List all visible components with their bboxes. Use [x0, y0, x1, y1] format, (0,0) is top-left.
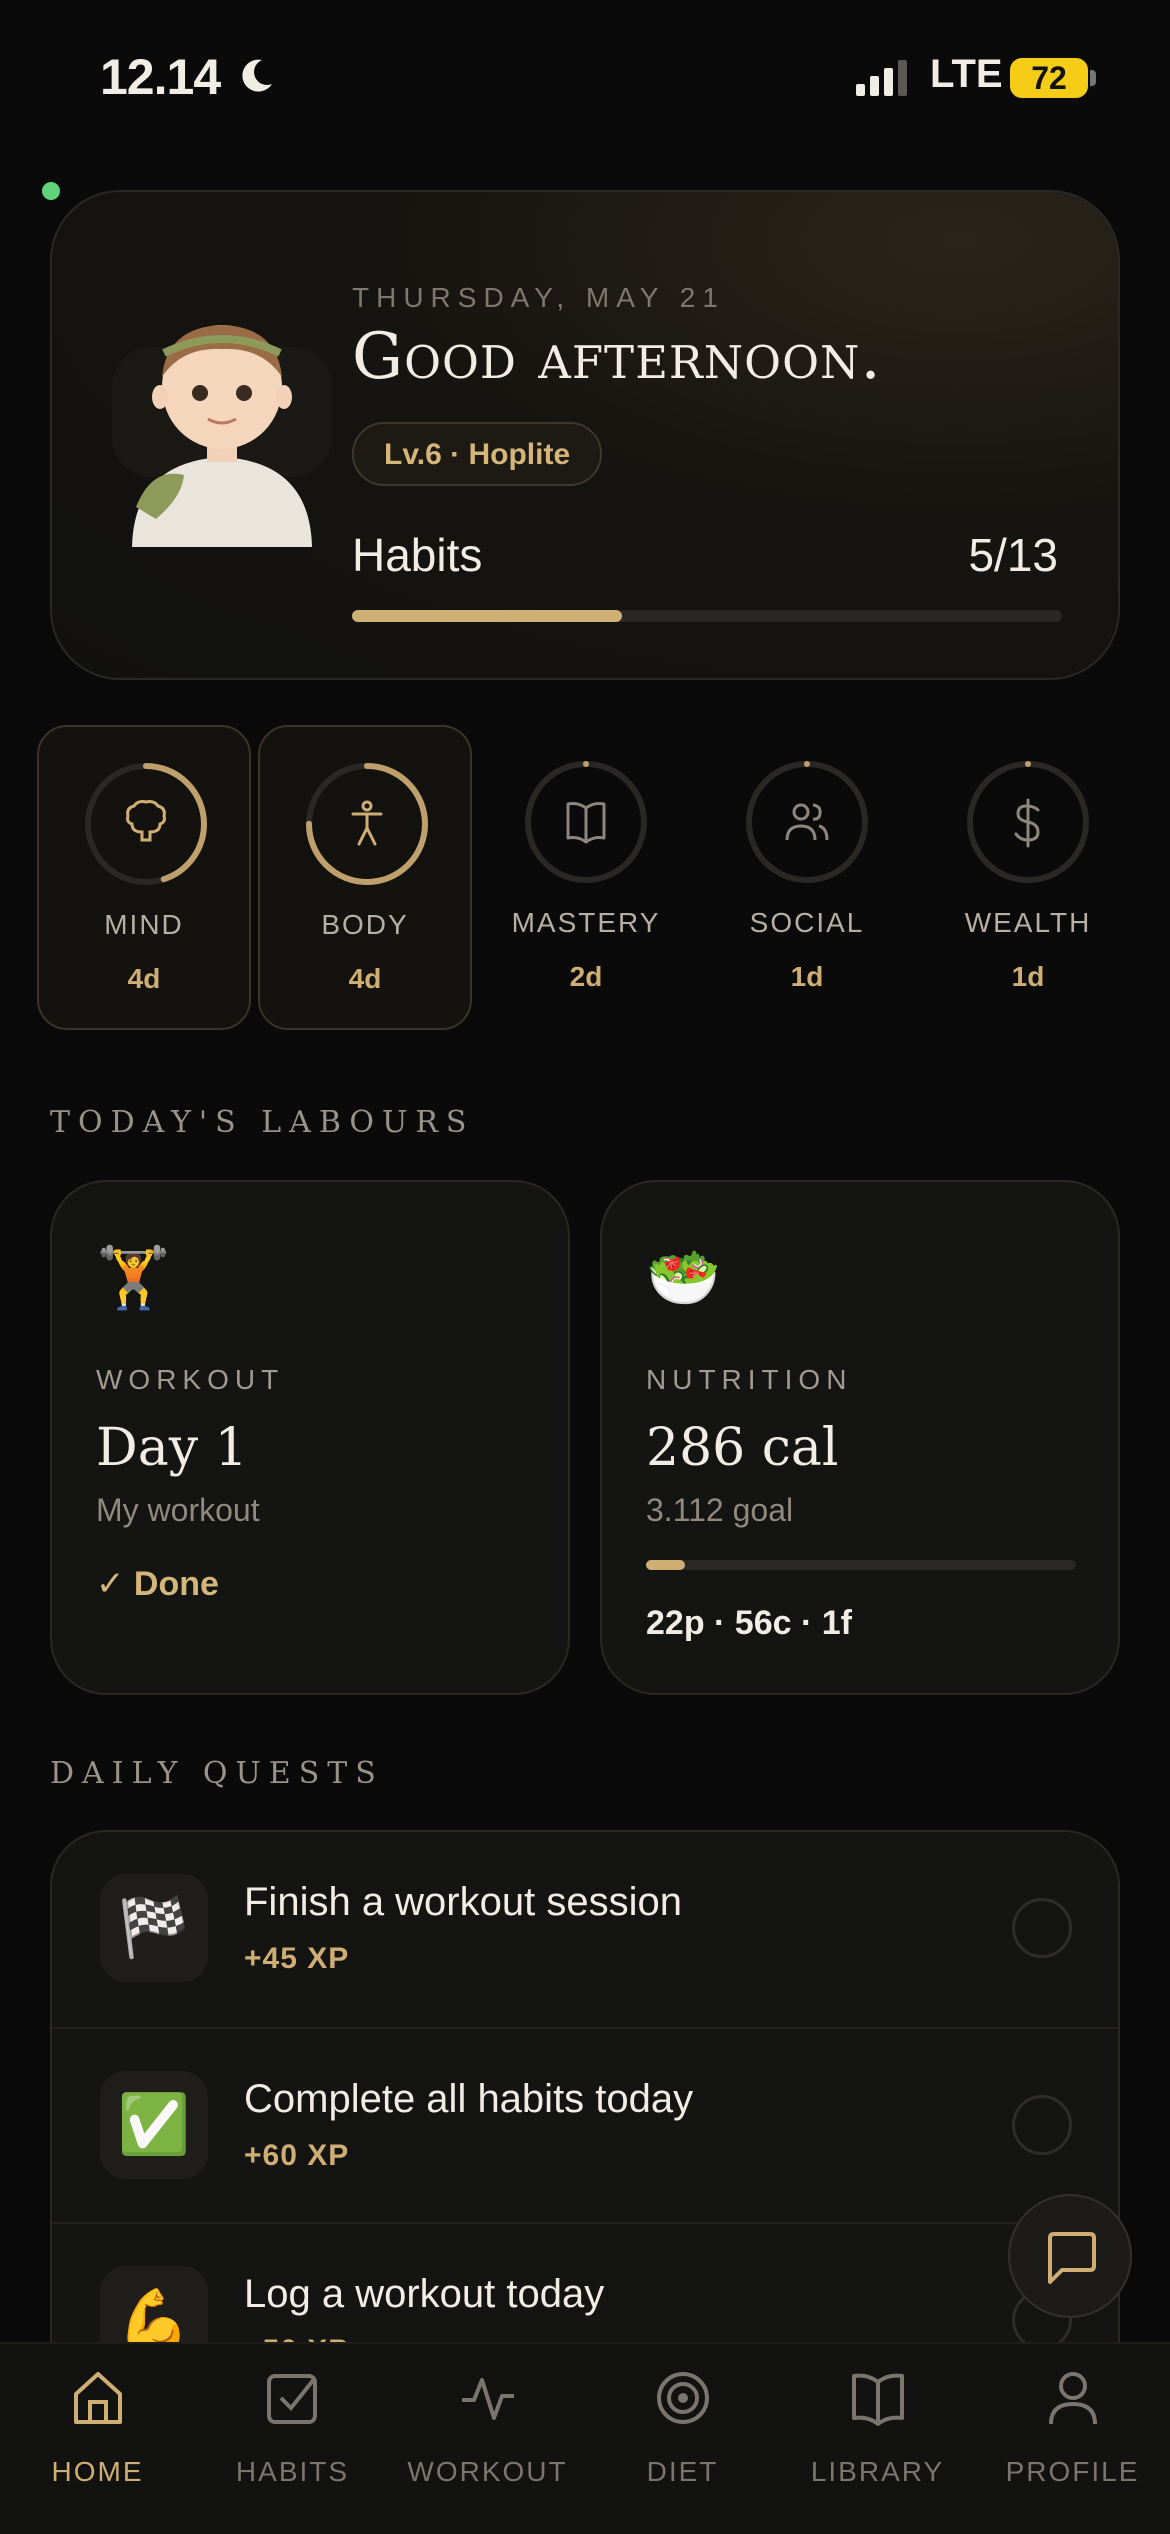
tab-home[interactable]: HOME: [0, 2344, 195, 2534]
camera-indicator-dot: [42, 182, 60, 200]
quest-checkbox[interactable]: [1012, 1898, 1072, 1958]
quest-xp: +60 XP: [244, 2139, 350, 2172]
tab-workout[interactable]: WORKOUT: [390, 2344, 585, 2534]
signal-icon: [856, 60, 907, 96]
stat-mind[interactable]: MIND 4d: [37, 725, 251, 1030]
workout-subtitle: My workout: [96, 1492, 260, 1528]
chat-bubble-icon: [1048, 2232, 1096, 2284]
stat-streak: 4d: [348, 963, 382, 994]
tab-label: WORKOUT: [407, 2456, 568, 2487]
tab-label: HOME: [51, 2456, 144, 2487]
chat-button[interactable]: [1008, 2194, 1132, 2318]
stat-label: MIND: [104, 909, 184, 940]
tab-label: DIET: [646, 2456, 719, 2487]
home-icon: [74, 2372, 122, 2424]
calorie-progress-bar: [646, 1560, 1076, 1570]
stat-streak: 1d: [1011, 961, 1045, 992]
people-icon: [785, 803, 829, 841]
quest-item[interactable]: 🏁 Finish a workout session +45 XP: [52, 1832, 1118, 2027]
book-icon: [566, 802, 606, 844]
habits-count: 5/13: [968, 529, 1058, 581]
habits-progress-fill: [352, 610, 622, 622]
tab-library[interactable]: LIBRARY: [780, 2344, 975, 2534]
diet-icon: [657, 2372, 709, 2424]
workout-title: Day 1: [96, 1418, 248, 1478]
greeting-title: Good afternoon.: [352, 320, 882, 394]
stat-progress-ring: [306, 763, 428, 885]
profile-icon: [1049, 2372, 1097, 2425]
status-bar: 12.14 LTE 72: [0, 0, 1170, 150]
flexed-biceps-icon: 💪: [100, 2266, 208, 2350]
stat-label: MASTERY: [511, 907, 661, 938]
status-time: 12.14: [100, 49, 221, 105]
workout-status: ✓ Done: [96, 1565, 219, 1603]
workout-icon: [462, 2378, 514, 2420]
moon-icon: [242, 59, 272, 92]
network-type: LTE: [930, 52, 1003, 96]
stat-label: BODY: [321, 909, 409, 940]
quest-list: 🏁 Finish a workout session +45 XP ✅ Comp…: [50, 1830, 1120, 2350]
stat-wealth[interactable]: WEALTH 1d: [921, 725, 1135, 1030]
library-icon: [852, 2373, 904, 2426]
quest-item[interactable]: 💪 Log a workout today +50 XP: [52, 2222, 1118, 2350]
tab-label: PROFILE: [1005, 2456, 1140, 2487]
calories-value: 286 cal: [646, 1418, 839, 1478]
workout-kicker: WORKOUT: [96, 1364, 285, 1395]
battery-cap: [1090, 70, 1096, 86]
stat-streak: 1d: [790, 961, 824, 992]
tab-habits[interactable]: HABITS: [195, 2344, 390, 2534]
stat-progress-ring: [746, 761, 868, 883]
quest-checkbox[interactable]: [1012, 2095, 1072, 2155]
daily-quests-title: DAILY QUESTS: [50, 1756, 384, 1791]
stat-body[interactable]: BODY 4d: [258, 725, 472, 1030]
nutrition-card[interactable]: 🥗 NUTRITION 286 cal 3.112 goal 22p · 56c…: [600, 1180, 1120, 1695]
stat-progress-ring: [967, 761, 1089, 883]
calorie-goal: 3.112 goal: [646, 1492, 794, 1528]
calorie-progress-fill: [646, 1560, 685, 1570]
tab-diet[interactable]: DIET: [585, 2344, 780, 2534]
bottom-tab-bar: HOME HABITS WORKOUT DIET LIBRARY PROFILE: [0, 2342, 1170, 2534]
weightlifter-icon: 🏋️: [96, 1244, 171, 1311]
current-date: THURSDAY, MAY 21: [352, 282, 725, 313]
workout-card[interactable]: 🏋️ WORKOUT Day 1 My workout ✓ Done: [50, 1180, 570, 1695]
habits-progress-bar: [352, 610, 1062, 622]
level-badge: Lv.6 · Hoplite: [352, 422, 603, 486]
battery-indicator: 72: [1010, 58, 1088, 98]
stat-social[interactable]: SOCIAL 1d: [700, 725, 914, 1030]
avatar[interactable]: [112, 307, 332, 557]
stat-mastery[interactable]: MASTERY 2d: [479, 725, 693, 1030]
stat-label: SOCIAL: [749, 907, 865, 938]
tab-profile[interactable]: PROFILE: [975, 2344, 1170, 2534]
quest-xp: +45 XP: [244, 1942, 350, 1975]
macros-summary: 22p · 56c · 1f: [646, 1604, 852, 1642]
stat-streak: 4d: [127, 963, 161, 994]
check-mark-icon: ✅: [100, 2071, 208, 2179]
habits-label: Habits: [352, 529, 483, 581]
todays-labours-title: TODAY'S LABOURS: [50, 1105, 475, 1140]
tab-label: LIBRARY: [810, 2456, 945, 2487]
tab-label: HABITS: [235, 2456, 350, 2487]
quest-title: Complete all habits today: [244, 2077, 694, 2121]
body-icon: [351, 800, 383, 846]
nutrition-kicker: NUTRITION: [646, 1364, 853, 1395]
stat-progress-ring: [525, 761, 647, 883]
salad-icon: 🥗: [646, 1244, 721, 1311]
brain-icon: [126, 800, 166, 842]
stat-label: WEALTH: [964, 907, 1092, 938]
quest-title: Finish a workout session: [244, 1880, 682, 1924]
quest-item[interactable]: ✅ Complete all habits today +60 XP: [52, 2027, 1118, 2222]
checkered-flag-icon: 🏁: [100, 1874, 208, 1982]
greeting-card: THURSDAY, MAY 21 Good afternoon. Lv.6 · …: [50, 190, 1120, 680]
habits-icon: [267, 2374, 317, 2424]
quest-title: Log a workout today: [244, 2272, 605, 2316]
stat-streak: 2d: [569, 961, 603, 992]
stat-progress-ring: [85, 763, 207, 885]
dollar-icon: [1014, 798, 1040, 848]
